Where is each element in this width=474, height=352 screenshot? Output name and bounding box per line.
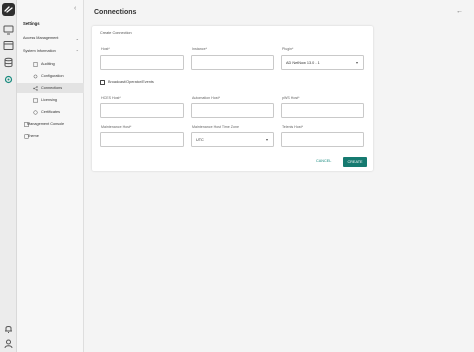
create-button[interactable]: CREATE — [343, 157, 367, 167]
settings-gear-icon[interactable] — [3, 74, 14, 85]
host-field[interactable] — [100, 55, 184, 70]
instance-label: Instance* — [192, 47, 207, 51]
time-zone-selected-value: UTC — [196, 137, 204, 142]
maintenance-host-label: Maintenance Host* — [101, 125, 132, 129]
sidebar-item-licensing[interactable]: Licensing — [17, 95, 84, 105]
app-logo-icon — [2, 3, 15, 16]
sidebar-item-configuration[interactable]: Configuration — [17, 71, 84, 81]
automation-host-field[interactable] — [191, 103, 274, 118]
automation-host-input[interactable] — [196, 104, 273, 117]
sidebar-item-label: Management Console — [27, 122, 65, 126]
hces-host-label: HCES Host* — [101, 96, 121, 100]
back-arrow-icon[interactable]: ← — [456, 8, 463, 15]
document-icon — [33, 61, 38, 67]
sidebar-item-management-console[interactable]: Management Console — [17, 119, 84, 129]
pws-host-label: pWS Host* — [282, 96, 300, 100]
broadcast-checkbox-label: Broadcast/Operator/Events — [108, 80, 154, 84]
hces-host-field[interactable] — [100, 103, 184, 118]
share-nodes-icon — [33, 85, 38, 91]
cancel-button[interactable]: CANCEL — [316, 159, 331, 163]
notification-bell-icon[interactable] — [3, 323, 14, 334]
telenis-host-field[interactable] — [281, 132, 364, 147]
sidebar-item-label: Access Management — [23, 36, 59, 40]
chevron-up-icon: ⌃ — [75, 48, 79, 54]
maintenance-host-field[interactable] — [100, 132, 184, 147]
monitor-icon[interactable] — [3, 24, 14, 35]
maintenance-time-zone-label: Maintenance Host Time Zone — [192, 125, 239, 129]
chevron-down-icon: ⌄ — [75, 35, 79, 41]
sidebar-item-label: Licensing — [41, 98, 58, 102]
host-input[interactable] — [105, 56, 183, 69]
dropdown-caret-icon: ▾ — [265, 137, 268, 142]
certificate-icon — [33, 109, 38, 115]
database-icon[interactable] — [3, 57, 14, 68]
telenis-host-input[interactable] — [286, 133, 363, 146]
sidebar-item-label: System Information — [23, 49, 56, 53]
maintenance-host-input[interactable] — [105, 133, 183, 146]
instance-input[interactable] — [196, 56, 273, 69]
dropdown-caret-icon: ▾ — [355, 60, 358, 65]
maintenance-time-zone-select[interactable]: UTC ▾ — [191, 132, 274, 147]
page-title: Connections — [94, 9, 137, 16]
instance-field[interactable] — [191, 55, 274, 70]
sidebar-item-access-management[interactable]: Access Management ⌄ — [17, 33, 84, 43]
plugin-select[interactable]: AD NetNow 13.0 - 1 ▾ — [281, 55, 364, 70]
window-icon[interactable] — [3, 40, 14, 51]
plugin-selected-value: AD NetNow 13.0 - 1 — [286, 60, 320, 65]
palette-icon — [24, 133, 29, 139]
pws-host-input[interactable] — [286, 104, 363, 117]
settings-sidebar: ‹ Settings Access Management ⌄ System In… — [17, 0, 84, 352]
host-label: Host* — [101, 47, 110, 51]
sidebar-item-connections[interactable]: Connections — [17, 83, 84, 93]
sidebar-item-label: Connections — [41, 86, 63, 90]
icon-rail — [0, 0, 17, 352]
sidebar-item-system-information[interactable]: System Information ⌃ — [17, 46, 84, 56]
sidebar-item-certificates[interactable]: Certificates — [17, 107, 84, 117]
sidebar-title: Settings — [23, 21, 40, 26]
telenis-host-label: Telenis Host* — [282, 125, 303, 129]
license-icon — [33, 98, 38, 103]
sidebar-item-label: Configuration — [41, 74, 64, 78]
broadcast-checkbox[interactable] — [100, 80, 105, 85]
sidebar-item-label: Auditing — [41, 62, 55, 66]
pws-host-field[interactable] — [281, 103, 364, 118]
user-avatar-icon[interactable] — [3, 338, 14, 349]
sidebar-item-auditing[interactable]: Auditing — [17, 59, 84, 69]
plugin-label: Plugin* — [282, 47, 294, 51]
gear-icon — [33, 74, 38, 79]
create-connection-card: Create Connection Host* Instance* Plugin… — [92, 26, 373, 171]
sidebar-item-theme[interactable]: Theme — [17, 131, 84, 141]
collapse-sidebar-icon[interactable]: ‹ — [74, 5, 76, 12]
sidebar-item-label: Certificates — [41, 110, 60, 114]
console-icon — [24, 121, 29, 127]
automation-host-label: Automation Host* — [192, 96, 220, 100]
form-title: Create Connection — [100, 31, 132, 35]
hces-host-input[interactable] — [105, 104, 183, 117]
